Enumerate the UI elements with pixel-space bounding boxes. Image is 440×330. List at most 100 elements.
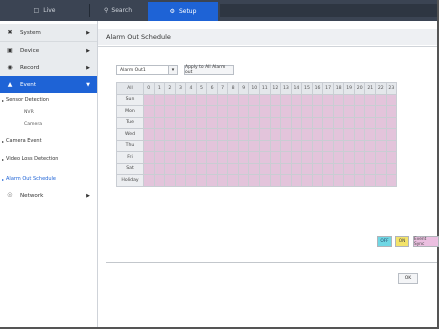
grid-hour-header[interactable]: 20 [353,82,366,95]
grid-hour-header[interactable]: 3 [174,82,187,95]
schedule-cell[interactable] [332,116,345,129]
schedule-cell[interactable] [153,174,166,187]
grid-day-label[interactable]: Mon [116,105,144,118]
schedule-cell[interactable] [311,128,324,141]
schedule-cell[interactable] [280,116,292,129]
schedule-cell[interactable] [364,116,377,129]
schedule-cell[interactable] [237,162,250,175]
schedule-cell[interactable] [301,105,313,118]
schedule-cell[interactable] [290,174,303,187]
schedule-cell[interactable] [259,93,271,106]
schedule-cell[interactable] [301,116,313,129]
schedule-cell[interactable] [364,162,377,175]
schedule-cell[interactable] [153,162,166,175]
schedule-cell[interactable] [195,105,208,118]
schedule-cell[interactable] [174,93,187,106]
schedule-cell[interactable] [375,151,387,164]
schedule-cell[interactable] [301,174,313,187]
schedule-cell[interactable] [216,116,229,129]
schedule-cell[interactable] [216,128,229,141]
schedule-cell[interactable] [227,93,239,106]
schedule-cell[interactable] [343,139,355,152]
schedule-cell[interactable] [185,151,197,164]
schedule-cell[interactable] [185,174,197,187]
schedule-cell[interactable] [206,151,218,164]
schedule-cell[interactable] [143,174,155,187]
grid-hour-header[interactable]: 22 [375,82,387,95]
schedule-cell[interactable] [322,139,334,152]
schedule-cell[interactable] [290,139,303,152]
schedule-cell[interactable] [311,151,324,164]
schedule-cell[interactable] [143,105,155,118]
schedule-cell[interactable] [332,174,345,187]
grid-hour-header[interactable]: 5 [195,82,208,95]
schedule-cell[interactable] [248,174,260,187]
schedule-cell[interactable] [143,116,155,129]
schedule-cell[interactable] [375,105,387,118]
schedule-cell[interactable] [385,93,398,106]
schedule-cell[interactable] [280,93,292,106]
sidebar-sub-camera-event[interactable]: Camera Event [0,135,97,147]
sidebar-item-network[interactable]: ☉ Network ▶ [0,187,97,204]
schedule-cell[interactable] [343,105,355,118]
schedule-cell[interactable] [353,93,366,106]
schedule-cell[interactable] [385,105,398,118]
sidebar-item-event[interactable]: ▲ Event ▼ [0,76,97,93]
schedule-cell[interactable] [301,162,313,175]
schedule-cell[interactable] [143,93,155,106]
schedule-cell[interactable] [343,116,355,129]
tab-setup[interactable]: ⚙ Setup [148,2,218,21]
apply-to-all-button[interactable]: Apply to All Alarm out [184,65,234,75]
schedule-cell[interactable] [206,128,218,141]
grid-hour-header[interactable]: 18 [332,82,345,95]
grid-hour-header[interactable]: 15 [301,82,313,95]
schedule-cell[interactable] [375,93,387,106]
grid-hour-header[interactable]: 14 [290,82,303,95]
schedule-cell[interactable] [153,151,166,164]
schedule-cell[interactable] [237,116,250,129]
grid-hour-header[interactable]: 1 [153,82,166,95]
schedule-cell[interactable] [353,116,366,129]
schedule-cell[interactable] [153,128,166,141]
schedule-cell[interactable] [322,151,334,164]
schedule-cell[interactable] [216,93,229,106]
grid-hour-header[interactable]: 4 [185,82,197,95]
schedule-cell[interactable] [280,105,292,118]
grid-hour-header[interactable]: 9 [237,82,250,95]
schedule-cell[interactable] [174,151,187,164]
chevron-down-icon[interactable]: ▾ [168,65,178,75]
schedule-cell[interactable] [353,128,366,141]
schedule-cell[interactable] [195,128,208,141]
schedule-cell[interactable] [164,93,176,106]
schedule-cell[interactable] [216,174,229,187]
schedule-cell[interactable] [343,162,355,175]
schedule-cell[interactable] [353,162,366,175]
schedule-cell[interactable] [174,105,187,118]
schedule-cell[interactable] [290,116,303,129]
schedule-cell[interactable] [185,128,197,141]
sidebar-sub-sensor-detection[interactable]: Sensor Detection [0,94,97,106]
grid-hour-header[interactable]: 12 [269,82,282,95]
tab-live[interactable]: □ Live [0,4,90,17]
schedule-cell[interactable] [290,105,303,118]
schedule-cell[interactable] [174,162,187,175]
schedule-cell[interactable] [301,151,313,164]
grid-hour-header[interactable]: 0 [143,82,155,95]
grid-hour-header[interactable]: 2 [164,82,176,95]
schedule-cell[interactable] [280,139,292,152]
schedule-cell[interactable] [237,174,250,187]
schedule-cell[interactable] [164,151,176,164]
schedule-cell[interactable] [164,105,176,118]
schedule-cell[interactable] [290,162,303,175]
schedule-cell[interactable] [364,174,377,187]
schedule-cell[interactable] [143,162,155,175]
schedule-cell[interactable] [174,139,187,152]
schedule-cell[interactable] [375,174,387,187]
schedule-cell[interactable] [227,174,239,187]
schedule-cell[interactable] [227,151,239,164]
schedule-cell[interactable] [174,116,187,129]
sidebar-item-system[interactable]: ✖ System ▶ [0,24,97,42]
schedule-cell[interactable] [322,174,334,187]
alarm-out-select[interactable]: Alarm Out1 ▾ [116,65,178,75]
schedule-cell[interactable] [364,151,377,164]
